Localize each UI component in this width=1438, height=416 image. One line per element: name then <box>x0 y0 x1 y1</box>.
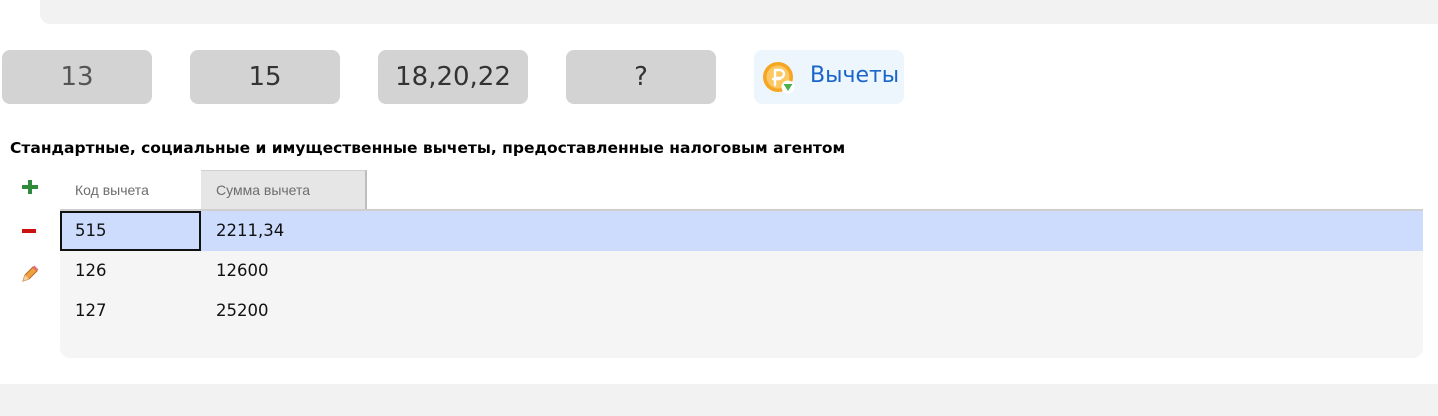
cell-amount[interactable]: 2211,34 <box>201 211 501 251</box>
minus-icon[interactable] <box>18 218 42 242</box>
tab-15[interactable]: 15 <box>190 50 340 104</box>
section-title: Стандартные, социальные и имущественные … <box>10 139 846 157</box>
table-header: Код вычета Сумма вычета <box>60 170 1423 210</box>
cell-code[interactable]: 515 <box>60 211 201 251</box>
tab-vychety[interactable]: Вычеты <box>754 50 904 104</box>
ruble-icon <box>763 62 795 94</box>
pencil-icon[interactable] <box>18 262 42 286</box>
top-panel <box>40 0 1438 24</box>
table-row[interactable]: 127 25200 <box>60 291 1423 331</box>
tab-13[interactable]: 13 <box>2 50 152 104</box>
plus-icon[interactable] <box>18 176 42 200</box>
deductions-table: Код вычета Сумма вычета 515 2211,34 126 … <box>60 170 1423 358</box>
cell-code[interactable]: 126 <box>60 251 201 291</box>
tab-18-20-22[interactable]: 18,20,22 <box>378 50 528 104</box>
cell-amount[interactable]: 12600 <box>201 251 501 291</box>
cell-code[interactable]: 127 <box>60 291 201 331</box>
column-header-code[interactable]: Код вычета <box>60 170 201 209</box>
tab-help[interactable]: ? <box>566 50 716 104</box>
table-row[interactable]: 515 2211,34 <box>60 211 1423 251</box>
table-row[interactable]: 126 12600 <box>60 251 1423 291</box>
column-header-amount[interactable]: Сумма вычета <box>201 170 367 209</box>
cell-amount[interactable]: 25200 <box>201 291 501 331</box>
bottom-panel <box>0 384 1438 416</box>
tab-vychety-label: Вычеты <box>810 63 900 88</box>
